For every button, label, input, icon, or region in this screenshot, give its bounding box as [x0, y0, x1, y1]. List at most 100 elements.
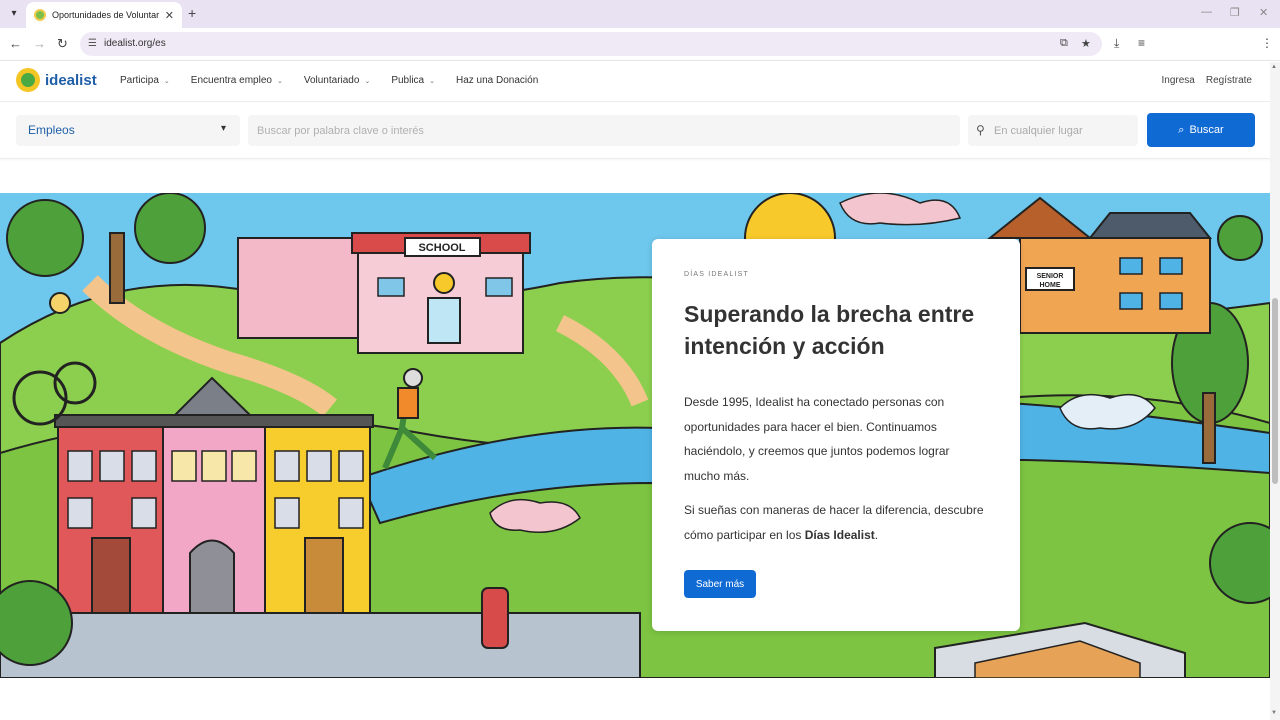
browser-tab-bar: ▾ Oportunidades de Voluntariado ✕ + — ❐ … — [0, 0, 1280, 28]
register-link[interactable]: Regístrate — [1206, 75, 1252, 86]
window — [485, 277, 513, 297]
nav-encuentra-empleo[interactable]: Encuentra empleo ⌄ — [191, 75, 283, 86]
bookmark-star-icon[interactable]: ★ — [1081, 37, 1091, 50]
chevron-down-icon: ⌄ — [163, 77, 170, 85]
window — [201, 450, 227, 482]
minimize-icon[interactable]: — — [1201, 6, 1212, 18]
location-field[interactable]: ⚲ — [968, 115, 1138, 146]
browser-menu-icon[interactable]: ⋮ — [1261, 36, 1273, 50]
nav-label: Encuentra empleo — [190, 75, 272, 86]
main-nav: Participa ⌄ Encuentra empleo ⌄ Voluntari… — [120, 75, 538, 86]
chevron-down-icon: ⌄ — [429, 77, 435, 85]
nav-label: Publica — [391, 75, 425, 86]
nav-label: Haz una Donación — [456, 75, 539, 86]
door — [189, 539, 235, 614]
site-header: idealist Participa ⌄ Encuentra empleo ⌄ … — [0, 62, 1270, 102]
chevron-down-icon: ⌄ — [276, 77, 283, 85]
tree — [6, 199, 84, 277]
nav-donacion[interactable]: Haz una Donación — [456, 75, 538, 86]
reload-icon[interactable]: ↻ — [57, 36, 68, 52]
tab-close-icon[interactable]: ✕ — [165, 9, 174, 22]
category-value: Empleos — [28, 123, 75, 137]
window — [274, 450, 300, 482]
tree-trunk — [109, 232, 125, 304]
door — [91, 537, 131, 614]
scrollbar-thumb[interactable] — [1272, 298, 1278, 484]
door — [304, 537, 344, 614]
learn-more-button[interactable]: Saber más — [684, 570, 756, 598]
tree-trunk — [1202, 392, 1216, 464]
address-bar[interactable]: ☰ idealist.org/es ⧉ ★ — [80, 32, 1102, 56]
scroll-up-icon[interactable]: ▲ — [1271, 64, 1277, 70]
hero-card: DÍAS IDEALIST Superando la brecha entre … — [652, 239, 1020, 631]
hero-paragraph-1: Desde 1995, Idealist ha conectado person… — [684, 395, 950, 483]
window — [131, 497, 157, 529]
browser-tab[interactable]: Oportunidades de Voluntariado ✕ — [26, 2, 182, 28]
window — [99, 450, 125, 482]
page-scrollbar[interactable]: ▲ ▼ — [1270, 62, 1280, 720]
nav-label: Participa — [120, 75, 159, 86]
search-icon: ⌕ — [1178, 123, 1185, 136]
senior-home-roof — [987, 196, 1093, 239]
senior-home-sign-line2: HOME — [1040, 282, 1061, 289]
scroll-down-icon[interactable]: ▼ — [1271, 710, 1277, 716]
window — [67, 450, 93, 482]
search-button[interactable]: ⌕ Buscar — [1147, 113, 1255, 147]
search-button-label: Buscar — [1189, 124, 1224, 136]
media-control-icon[interactable]: ≡ — [1138, 36, 1145, 50]
window — [1119, 257, 1143, 275]
window — [274, 497, 300, 529]
browser-toolbar: ← → ↻ ☰ idealist.org/es ⧉ ★ ⤓ ≡ ⋮ — [0, 28, 1280, 61]
sidewalk — [0, 612, 641, 678]
window — [1159, 292, 1183, 310]
location-input[interactable] — [992, 115, 1132, 146]
senior-home-sign-line1: SENIOR — [1037, 273, 1064, 280]
nav-participa[interactable]: Participa ⌄ — [120, 75, 170, 86]
idealist-favicon-icon — [34, 9, 46, 21]
restore-icon[interactable]: ❐ — [1230, 6, 1240, 19]
senior-home-roof2 — [1087, 212, 1213, 239]
window — [338, 497, 364, 529]
new-tab-icon[interactable]: + — [188, 5, 196, 21]
chevron-down-icon: ⌄ — [364, 77, 371, 85]
tree — [1217, 215, 1263, 261]
school-door — [427, 297, 461, 344]
window — [1119, 292, 1143, 310]
location-pin-icon: ⚲ — [976, 123, 985, 137]
hero-illustration: SCHOOL SENIOR HOME — [0, 193, 1270, 678]
bush — [0, 580, 73, 666]
tab-title: Oportunidades de Voluntariado — [52, 10, 159, 20]
back-icon[interactable]: ← — [9, 36, 22, 52]
download-icon[interactable]: ⤓ — [1114, 36, 1119, 51]
forward-icon[interactable]: → — [33, 36, 46, 52]
nav-label: Voluntariado — [303, 75, 360, 86]
window — [306, 450, 332, 482]
dias-idealist-link: Días Idealist — [804, 527, 875, 542]
nav-voluntariado[interactable]: Voluntariado ⌄ — [304, 75, 370, 86]
site-info-icon[interactable]: ☰ — [88, 38, 100, 50]
search-bar: Empleos ▾ ⚲ ⌕ Buscar — [0, 103, 1270, 159]
school-clock — [433, 272, 455, 294]
walker-shirt — [397, 387, 419, 419]
keyword-search-input[interactable] — [248, 115, 960, 146]
url-text[interactable]: idealist.org/es — [104, 38, 166, 49]
hero-p2-suffix: . — [874, 527, 879, 542]
fire-hydrant — [481, 587, 509, 649]
walker — [403, 368, 423, 388]
town-illustration: SCHOOL SENIOR HOME — [0, 193, 1270, 678]
window — [1159, 257, 1183, 275]
window — [171, 450, 197, 482]
window — [131, 450, 157, 482]
hero-title: Superando la brecha entre intención y ac… — [684, 301, 975, 359]
window-close-icon[interactable]: ✕ — [1259, 6, 1268, 19]
install-app-icon[interactable]: ⧉ — [1060, 37, 1068, 50]
idealist-logo[interactable]: idealist — [16, 68, 97, 92]
eyebrow: DÍAS IDEALIST — [684, 271, 750, 278]
cloud — [839, 193, 962, 226]
tab-search-icon[interactable]: ▾ — [6, 5, 22, 21]
login-link[interactable]: Ingresa — [1162, 75, 1195, 86]
idealist-logo-mark-icon — [16, 68, 40, 92]
category-select[interactable]: Empleos ▾ — [16, 115, 240, 146]
auth-links: Ingresa Regístrate — [1162, 75, 1253, 86]
nav-publica[interactable]: Publica ⌄ — [391, 75, 435, 86]
